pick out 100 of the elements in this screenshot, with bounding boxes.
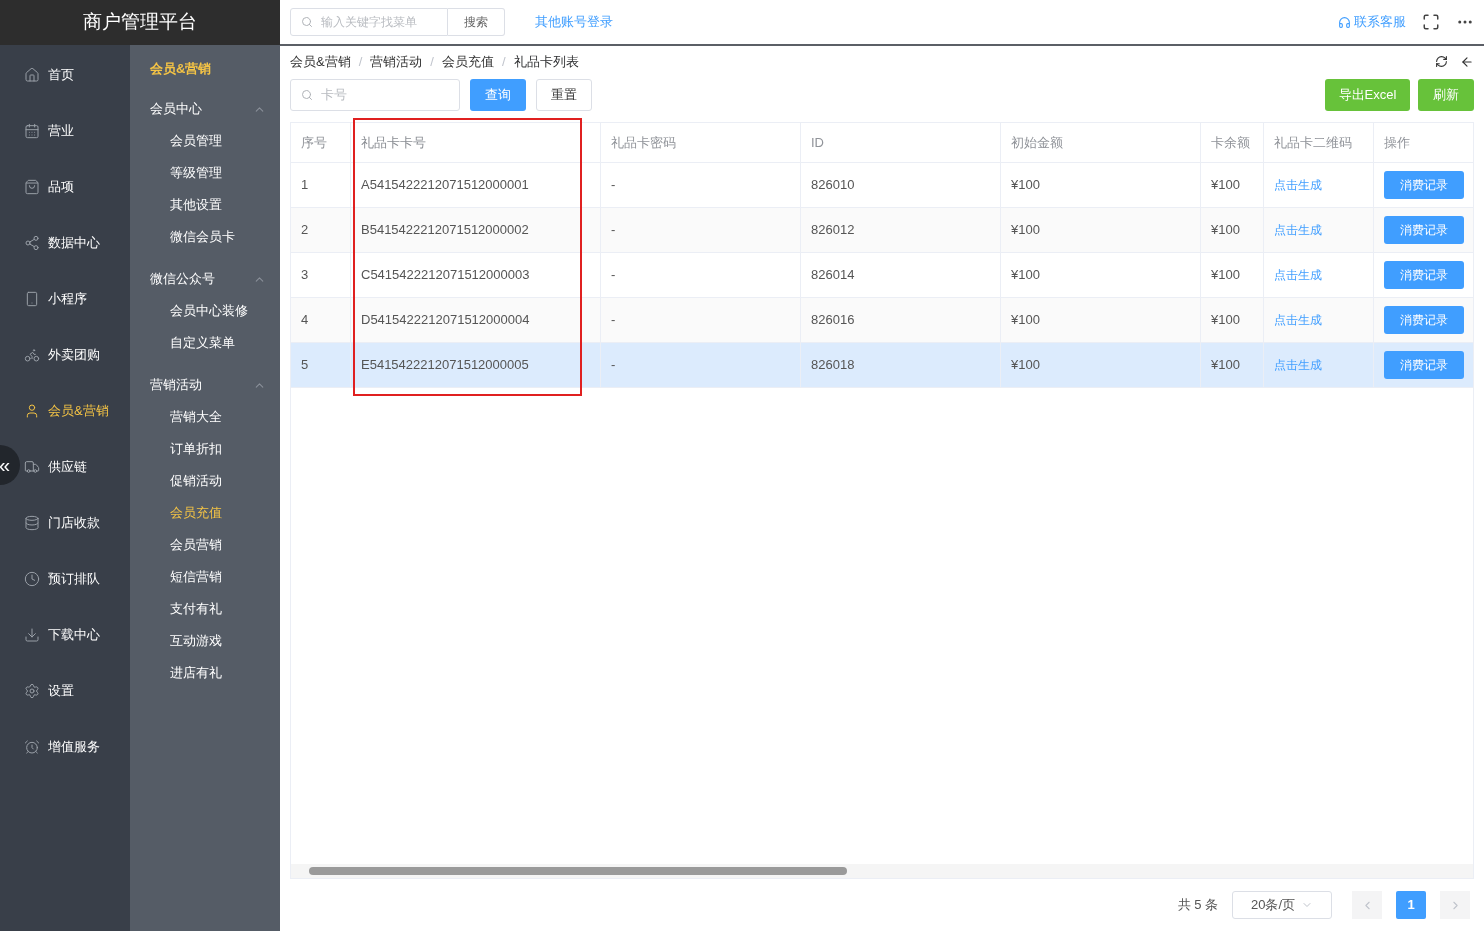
- submenu-group[interactable]: 营销活动: [130, 373, 280, 397]
- column-header: 礼品卡二维码: [1264, 122, 1374, 162]
- nav-item[interactable]: 门店收款: [22, 495, 130, 551]
- breadcrumb-link[interactable]: 营销活动: [370, 52, 423, 72]
- reload-icon[interactable]: [1435, 55, 1448, 69]
- download-icon: [24, 627, 40, 643]
- submenu-item[interactable]: 自定义菜单: [130, 327, 280, 359]
- table-cell: ¥100: [1001, 252, 1201, 297]
- breadcrumb-link[interactable]: 会员&营销: [290, 52, 351, 72]
- column-header: 卡余额: [1201, 122, 1264, 162]
- search-button[interactable]: 搜索: [448, 8, 505, 36]
- submenu-item[interactable]: 会员管理: [130, 125, 280, 157]
- submenu-item[interactable]: 等级管理: [130, 157, 280, 189]
- submenu-group[interactable]: 微信公众号: [130, 267, 280, 291]
- table-cell: ¥100: [1001, 297, 1201, 342]
- table-cell: ¥100: [1201, 162, 1264, 207]
- card-number-field[interactable]: 卡号: [290, 78, 460, 111]
- nav-item[interactable]: 增值服务: [22, 719, 130, 775]
- table-cell: 3: [291, 252, 351, 297]
- headset-icon: [1338, 15, 1351, 29]
- bike-icon: [24, 347, 40, 363]
- submenu-title: 会员&营销: [149, 60, 213, 78]
- alarm-clock-icon: [24, 739, 40, 755]
- table-cell: C5415422212071512000003: [351, 252, 601, 297]
- submenu-group[interactable]: 会员中心: [130, 97, 280, 121]
- breadcrumb-current: 礼品卡列表: [513, 53, 579, 72]
- share-icon: [24, 235, 40, 251]
- table-cell: ¥100: [1001, 162, 1201, 207]
- total-count: 共 5 条: [1177, 896, 1218, 915]
- breadcrumb-separator: /: [430, 53, 434, 72]
- table-cell: ¥100: [1201, 252, 1264, 297]
- table-cell: B5415422212071512000002: [351, 207, 601, 252]
- settings-icon: [24, 683, 40, 699]
- submenu-item[interactable]: 会员中心装修: [130, 295, 280, 327]
- reset-button[interactable]: 重置: [536, 78, 592, 111]
- nav-item[interactable]: 下载中心: [22, 607, 130, 663]
- submenu-item[interactable]: 会员营销: [130, 529, 280, 561]
- table-cell: 826018: [801, 342, 1001, 387]
- table-cell: 826016: [801, 297, 1001, 342]
- breadcrumb-link[interactable]: 会员充值: [441, 52, 494, 72]
- brand-title: 商户管理平台: [0, 0, 280, 45]
- nav-item[interactable]: 会员&营销: [22, 383, 130, 439]
- table-cell: ¥100: [1001, 207, 1201, 252]
- nav-item[interactable]: 品项: [22, 159, 130, 215]
- column-header: ID: [801, 122, 1001, 162]
- calendar-icon: [24, 123, 40, 139]
- nav-item[interactable]: 数据中心: [22, 215, 130, 271]
- nav-item[interactable]: 预订排队: [22, 551, 130, 607]
- table-cell: -: [601, 342, 801, 387]
- table-cell: -: [601, 297, 801, 342]
- search-icon: [301, 88, 313, 101]
- submenu-item[interactable]: 营销大全: [130, 401, 280, 433]
- submenu-item[interactable]: 促销活动: [130, 465, 280, 497]
- table-cell: -: [601, 252, 801, 297]
- table-cell: 826010: [801, 162, 1001, 207]
- horizontal-scrollbar[interactable]: [291, 864, 1473, 879]
- column-header: 操作: [1374, 122, 1474, 162]
- table-cell: 826012: [801, 207, 1001, 252]
- table-cell: E5415422212071512000005: [351, 342, 601, 387]
- fullscreen-icon[interactable]: [1422, 13, 1440, 31]
- home-icon: [24, 67, 40, 83]
- back-icon[interactable]: [1460, 55, 1474, 69]
- truck-icon: [24, 459, 40, 475]
- submenu-item[interactable]: 其他设置: [130, 189, 280, 221]
- column-header: 礼品卡密码: [601, 122, 801, 162]
- breadcrumb-separator: /: [358, 53, 363, 72]
- table-cell: 5: [291, 342, 351, 387]
- submenu-item[interactable]: 进店有礼: [130, 657, 280, 689]
- submenu-item[interactable]: 订单折扣: [130, 433, 280, 465]
- table-cell: -: [601, 162, 801, 207]
- submenu-item[interactable]: 互动游戏: [130, 625, 280, 657]
- table-cell: A5415422212071512000001: [351, 162, 601, 207]
- table-cell: ¥100: [1201, 297, 1264, 342]
- table-cell: ¥100: [1201, 342, 1264, 387]
- database-icon: [24, 515, 40, 531]
- nav-item[interactable]: 小程序: [22, 271, 130, 327]
- submenu-item[interactable]: 支付有礼: [130, 593, 280, 625]
- search-icon: [301, 16, 313, 28]
- table-cell: D5415422212071512000004: [351, 297, 601, 342]
- bag-icon: [24, 179, 40, 195]
- phone-icon: [24, 291, 40, 307]
- user-icon: [24, 403, 40, 419]
- nav-item[interactable]: 营业: [22, 103, 130, 159]
- nav-item[interactable]: 外卖团购: [22, 327, 130, 383]
- column-header: 初始金额: [1001, 122, 1201, 162]
- table-cell: -: [601, 207, 801, 252]
- nav-item[interactable]: 供应链: [22, 439, 130, 495]
- breadcrumb-separator: /: [501, 53, 506, 72]
- table-cell: 4: [291, 297, 351, 342]
- table-cell: 2: [291, 207, 351, 252]
- nav-item[interactable]: 设置: [22, 663, 130, 719]
- column-header: 序号: [291, 122, 351, 162]
- submenu-item[interactable]: 微信会员卡: [130, 221, 280, 253]
- submenu-item[interactable]: 会员充值: [130, 497, 280, 529]
- menu-search-field[interactable]: 输入关键字找菜单: [290, 8, 448, 36]
- table-cell: 1: [291, 162, 351, 207]
- nav-item[interactable]: 首页: [22, 47, 130, 103]
- page-size-select[interactable]: 20条/页: [1232, 891, 1332, 920]
- submenu-item[interactable]: 短信营销: [130, 561, 280, 593]
- collapse-button[interactable]: «: [0, 445, 20, 485]
